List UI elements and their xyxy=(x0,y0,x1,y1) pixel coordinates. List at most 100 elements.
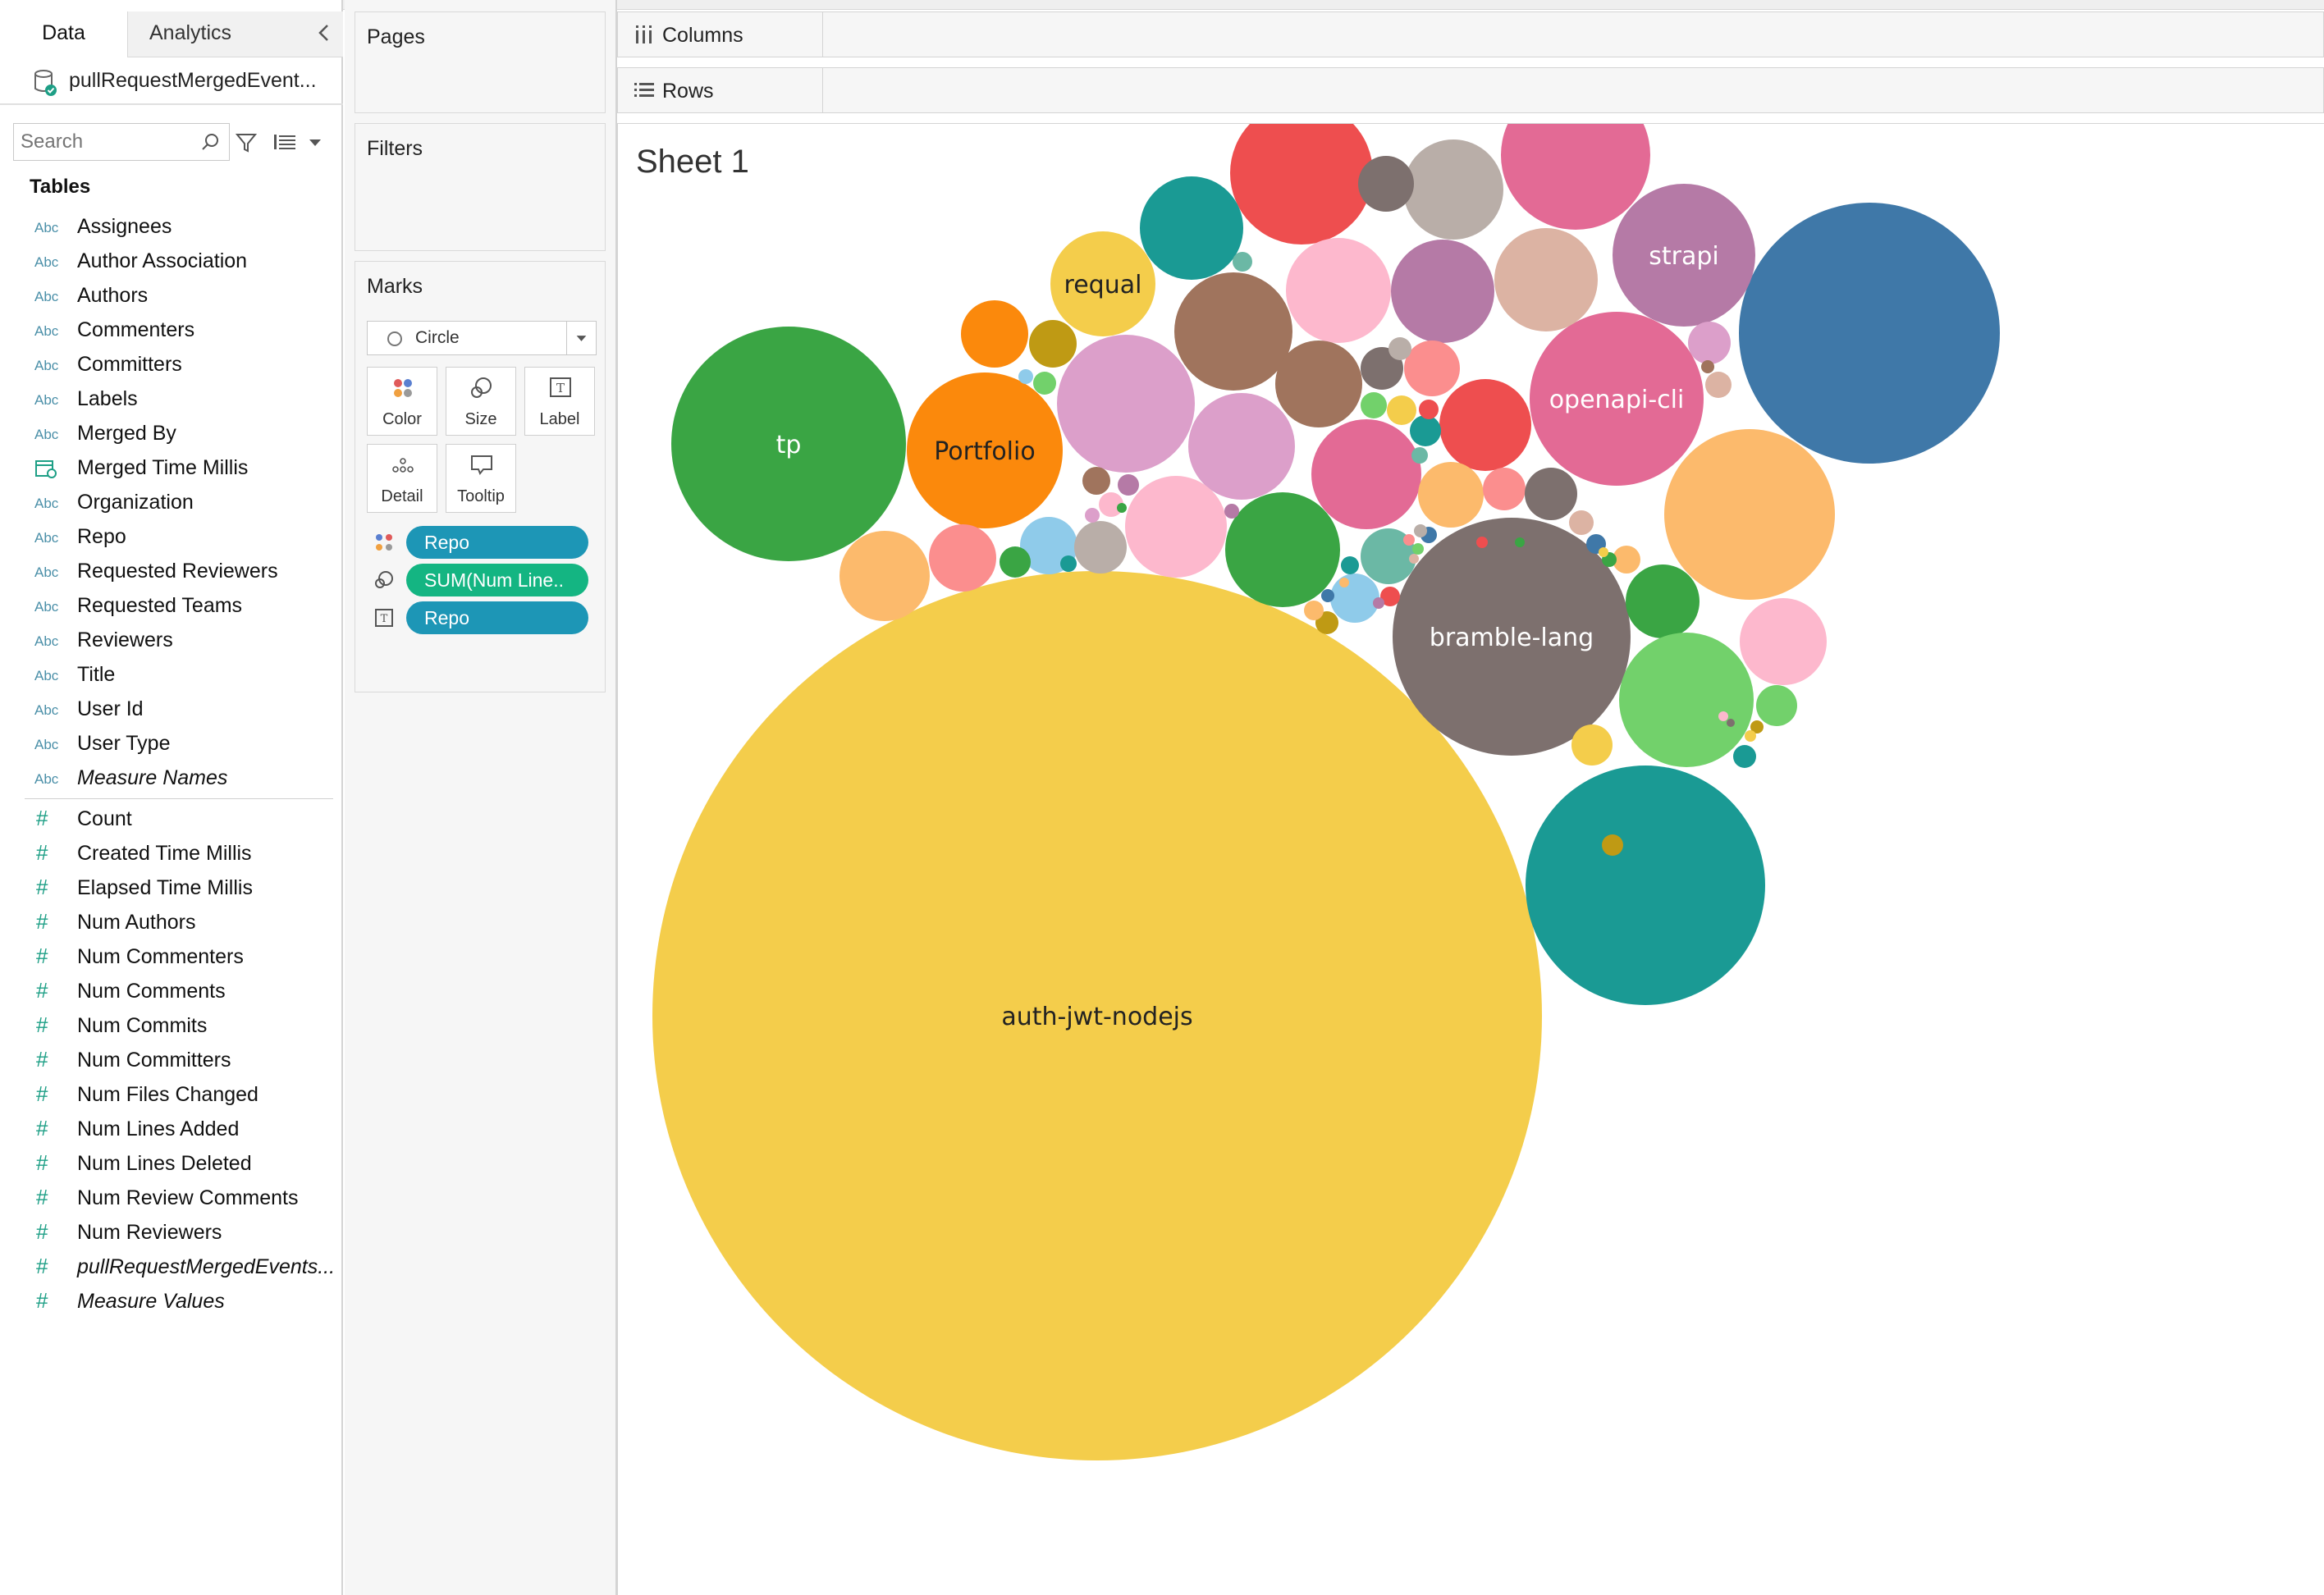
bubble-mark[interactable] xyxy=(1224,504,1239,519)
bubble-mark[interactable] xyxy=(1060,555,1077,572)
field-item[interactable]: # Num Lines Added xyxy=(25,1113,336,1147)
bubble-mark[interactable] xyxy=(1275,340,1362,427)
bubble-mark[interactable] xyxy=(1571,724,1613,766)
bubble-mark[interactable] xyxy=(1599,547,1608,557)
rows-shelf[interactable]: Rows xyxy=(617,67,2324,113)
field-item[interactable]: # Num Reviewers xyxy=(25,1216,336,1250)
bubble-mark[interactable] xyxy=(1739,203,2000,464)
bubble-mark[interactable] xyxy=(1410,415,1441,446)
bubble-mark[interactable] xyxy=(1745,730,1756,742)
bubble-mark[interactable] xyxy=(1125,476,1227,578)
bubble-mark[interactable] xyxy=(1361,392,1387,418)
field-item[interactable]: Abc Merged By xyxy=(25,417,336,451)
bubble-mark[interactable] xyxy=(1526,766,1765,1005)
columns-shelf[interactable]: Columns xyxy=(617,11,2324,57)
bubble-mark[interactable] xyxy=(1756,685,1797,726)
bubble-mark[interactable] xyxy=(1483,468,1526,510)
field-item[interactable]: Merged Time Millis xyxy=(25,451,336,486)
field-item[interactable]: Abc Organization xyxy=(25,486,336,520)
bubble-mark[interactable] xyxy=(1074,521,1127,574)
datasource-row[interactable]: pullRequestMergedEvent... xyxy=(0,59,343,105)
bubble-mark[interactable] xyxy=(1321,589,1334,602)
size-button[interactable]: Size xyxy=(446,367,516,436)
bubble-mark[interactable] xyxy=(929,524,996,592)
bubble-mark[interactable] xyxy=(1569,510,1594,535)
pages-shelf[interactable]: Pages xyxy=(355,11,606,113)
bubble-mark[interactable] xyxy=(1018,369,1033,384)
field-item[interactable]: # Num Files Changed xyxy=(25,1078,336,1113)
bubble-mark[interactable] xyxy=(1718,711,1728,721)
field-item[interactable]: Abc Title xyxy=(25,658,336,692)
bubble-mark[interactable] xyxy=(1230,124,1373,245)
color-button[interactable]: Color xyxy=(367,367,437,436)
mark-type-dropdown[interactable]: Circle xyxy=(367,321,597,355)
field-item[interactable]: # Num Committers xyxy=(25,1044,336,1078)
bubble-mark[interactable] xyxy=(1358,156,1414,212)
bubble-mark[interactable] xyxy=(1000,546,1031,578)
bubble-mark[interactable] xyxy=(1626,564,1700,638)
field-item[interactable]: # pullRequestMergedEvents... xyxy=(25,1250,336,1285)
field-item[interactable]: # Num Authors xyxy=(25,906,336,940)
tab-analytics[interactable]: Analytics xyxy=(128,11,343,57)
field-item[interactable]: Abc User Type xyxy=(25,727,336,761)
bubble-mark[interactable] xyxy=(1525,468,1577,520)
bubble-mark[interactable] xyxy=(1701,360,1714,373)
field-item[interactable]: # Num Lines Deleted xyxy=(25,1147,336,1181)
bubble-mark[interactable] xyxy=(1341,556,1359,574)
bubble-mark[interactable] xyxy=(1304,601,1324,620)
bubble-mark[interactable] xyxy=(1339,578,1349,587)
collapse-pane-icon[interactable] xyxy=(315,21,333,44)
field-item[interactable]: # Count xyxy=(25,802,336,837)
bubble-mark[interactable] xyxy=(1494,228,1598,331)
bubble-mark[interactable] xyxy=(1418,462,1484,528)
search-input[interactable] xyxy=(21,129,193,155)
bubble-mark[interactable] xyxy=(1515,537,1525,547)
bubble-mark[interactable] xyxy=(1727,719,1735,727)
field-item[interactable]: Abc Committers xyxy=(25,348,336,382)
search-icon[interactable] xyxy=(201,132,221,152)
bubble-mark[interactable] xyxy=(1286,238,1391,343)
bubble-mark[interactable] xyxy=(1373,597,1384,609)
bubble-mark[interactable] xyxy=(961,300,1028,368)
field-item[interactable]: Abc Author Association xyxy=(25,245,336,279)
field-item[interactable]: # Elapsed Time Millis xyxy=(25,871,336,906)
field-item[interactable]: # Num Review Comments xyxy=(25,1181,336,1216)
bubble-mark[interactable] xyxy=(1029,320,1077,368)
tab-data[interactable]: Data xyxy=(0,11,128,57)
bubble-mark[interactable] xyxy=(1414,524,1427,537)
bubble-mark[interactable] xyxy=(1311,419,1421,529)
bubble-mark[interactable] xyxy=(1117,503,1127,513)
bubble-mark[interactable] xyxy=(1412,543,1424,555)
bubble-mark[interactable] xyxy=(1388,337,1411,360)
detail-button[interactable]: Detail xyxy=(367,444,437,513)
bubble-mark[interactable] xyxy=(1733,745,1756,768)
bubble-mark[interactable] xyxy=(839,531,930,621)
field-item[interactable]: Abc Commenters xyxy=(25,313,336,348)
repo-color-pill[interactable]: Repo xyxy=(406,526,588,559)
tooltip-button[interactable]: Tooltip xyxy=(446,444,516,513)
field-item[interactable]: Abc Requested Reviewers xyxy=(25,555,336,589)
field-item[interactable]: Abc Measure Names xyxy=(25,761,336,796)
label-button[interactable]: T Label xyxy=(524,367,595,436)
field-item[interactable]: # Measure Values xyxy=(25,1285,336,1319)
bubble-mark[interactable] xyxy=(1188,393,1295,500)
bubble-mark[interactable] xyxy=(1602,834,1623,856)
bubble-mark[interactable] xyxy=(1619,633,1754,767)
filter-icon[interactable] xyxy=(235,131,258,154)
bubble-mark[interactable] xyxy=(1419,400,1439,419)
field-item[interactable]: Abc Repo xyxy=(25,520,336,555)
bubble-mark[interactable] xyxy=(1705,372,1732,398)
bubble-mark[interactable] xyxy=(1613,546,1640,574)
bubble-mark[interactable] xyxy=(1082,467,1110,495)
bubble-mark[interactable] xyxy=(1664,429,1835,600)
field-item[interactable]: # Created Time Millis xyxy=(25,837,336,871)
field-item[interactable]: Abc Labels xyxy=(25,382,336,417)
bubble-mark[interactable] xyxy=(1391,240,1494,343)
field-item[interactable]: # Num Comments xyxy=(25,975,336,1009)
bubble-mark[interactable] xyxy=(1404,340,1460,396)
bubble-mark[interactable] xyxy=(1740,598,1827,685)
field-item[interactable]: Abc User Id xyxy=(25,692,336,727)
field-item[interactable]: Abc Requested Teams xyxy=(25,589,336,624)
field-item[interactable]: # Num Commits xyxy=(25,1009,336,1044)
bubble-mark[interactable] xyxy=(1688,322,1731,364)
